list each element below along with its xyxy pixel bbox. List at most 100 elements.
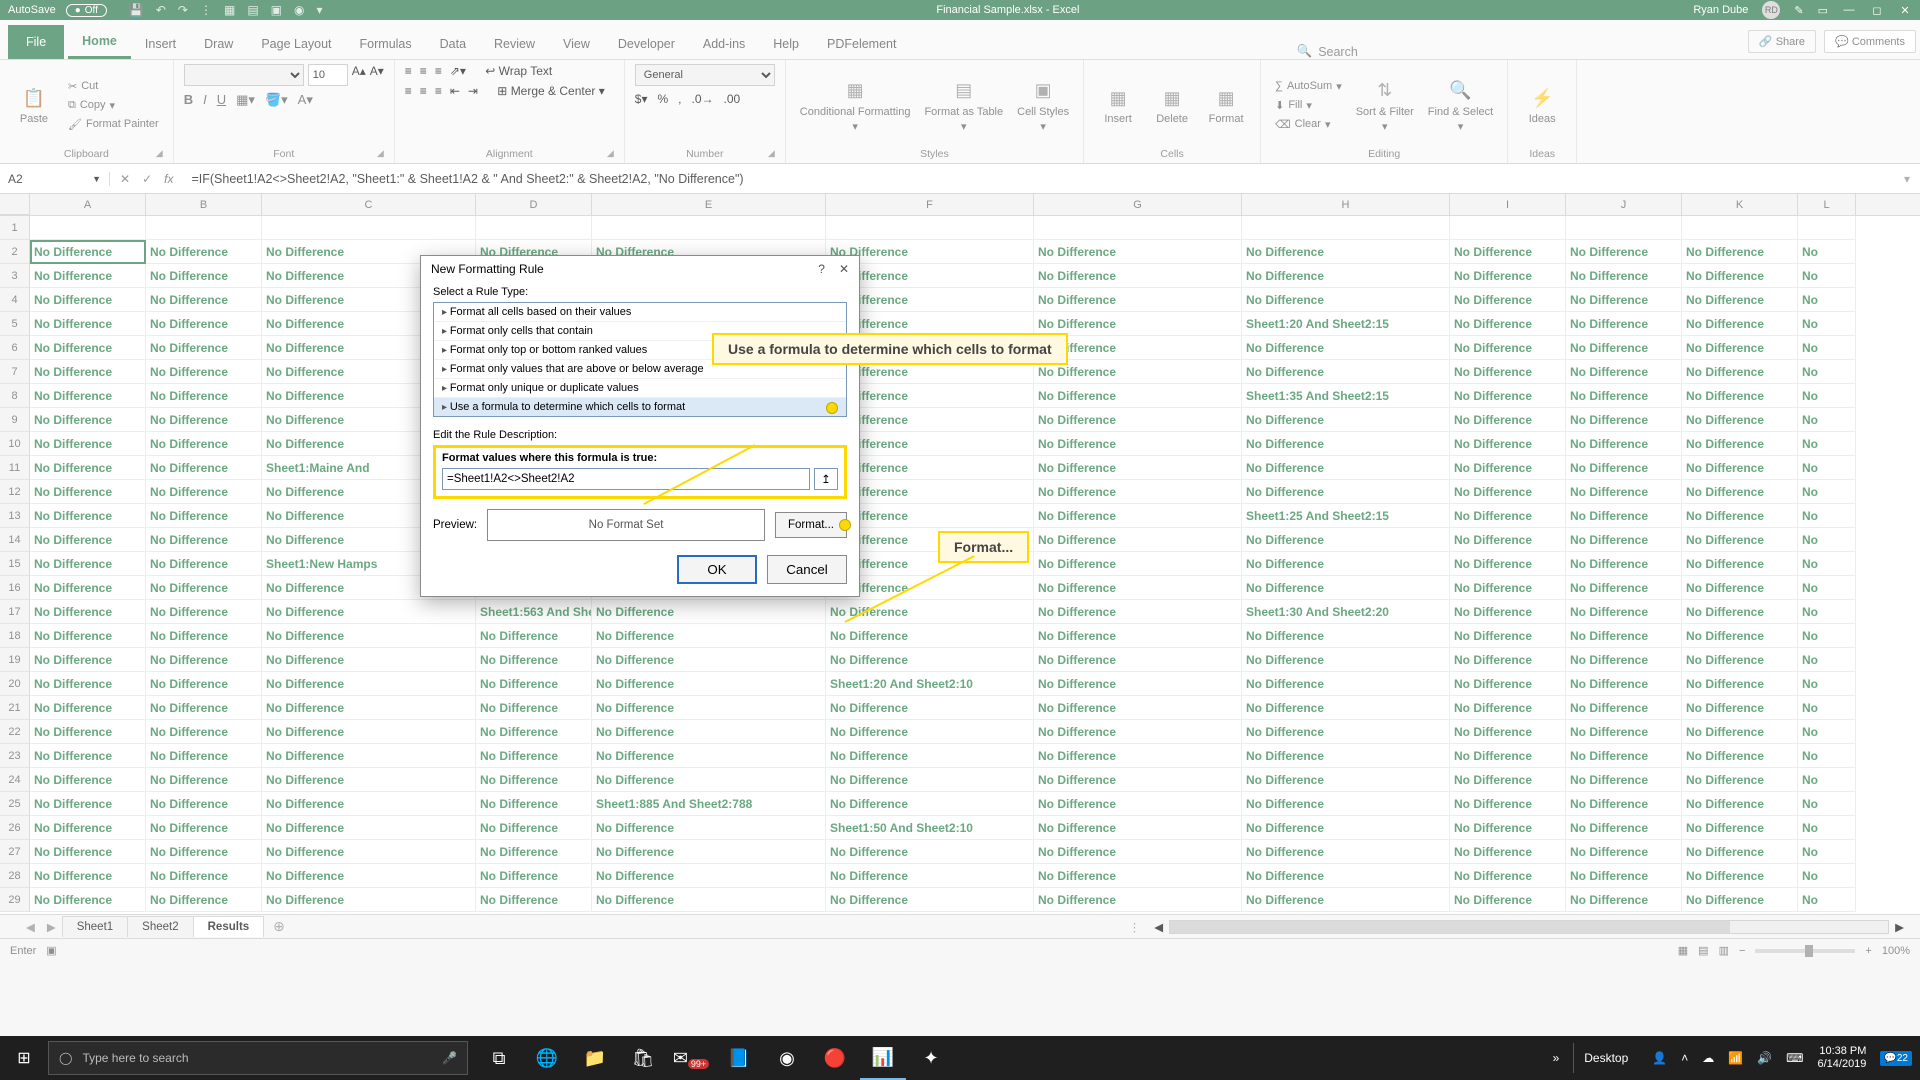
touch-icon[interactable]: ✎ — [1794, 4, 1803, 17]
increase-font-icon[interactable]: A▴ — [352, 64, 366, 86]
cell[interactable]: No Difference — [1242, 432, 1450, 456]
cell[interactable]: No Difference — [146, 360, 262, 384]
cell[interactable]: No Difference — [592, 816, 826, 840]
column-header[interactable]: E — [592, 194, 826, 215]
cell[interactable]: No Difference — [146, 576, 262, 600]
cell[interactable]: No Difference — [1682, 744, 1798, 768]
cell[interactable]: No Difference — [30, 264, 146, 288]
zoom-slider[interactable] — [1755, 949, 1855, 953]
row-header[interactable]: 27 — [0, 840, 30, 864]
tab-review[interactable]: Review — [480, 27, 549, 59]
cell[interactable]: No Difference — [826, 888, 1034, 912]
cell[interactable]: No Difference — [146, 432, 262, 456]
cell[interactable]: No Difference — [1682, 264, 1798, 288]
cell[interactable]: No Difference — [1450, 384, 1566, 408]
cell[interactable]: No Difference — [30, 888, 146, 912]
sort-filter-button[interactable]: ⇅Sort & Filter ▾ — [1352, 76, 1418, 135]
cell[interactable]: No Difference — [1034, 792, 1242, 816]
cell[interactable]: No Difference — [592, 768, 826, 792]
cell[interactable]: No Difference — [476, 696, 592, 720]
chrome-icon[interactable]: ◉ — [764, 1036, 810, 1080]
cell[interactable]: No — [1798, 864, 1856, 888]
zoom-in-icon[interactable]: + — [1865, 945, 1871, 957]
tab-data[interactable]: Data — [426, 27, 480, 59]
cell[interactable]: No Difference — [826, 600, 1034, 624]
rule-type-item[interactable]: Format only unique or duplicate values — [434, 379, 846, 398]
align-mid-icon[interactable]: ≡ — [420, 64, 427, 78]
cell[interactable]: No Difference — [476, 744, 592, 768]
cell[interactable]: No Difference — [1682, 816, 1798, 840]
cell[interactable]: No Difference — [1242, 576, 1450, 600]
vivaldi-icon[interactable]: 🔴 — [812, 1036, 858, 1080]
cell[interactable]: No Difference — [146, 312, 262, 336]
sheet-tab-results[interactable]: Results — [193, 916, 265, 937]
cell[interactable]: No Difference — [1034, 672, 1242, 696]
sheet-nav-next[interactable]: ▶ — [41, 920, 62, 934]
cell[interactable]: No Difference — [30, 240, 146, 264]
align-top-icon[interactable]: ≡ — [405, 64, 412, 78]
cell[interactable]: No Difference — [1034, 264, 1242, 288]
cell[interactable]: No Difference — [262, 744, 476, 768]
notifications-icon[interactable]: 💬22 — [1880, 1051, 1912, 1066]
mic-icon[interactable]: 🎤 — [442, 1051, 457, 1065]
row-header[interactable]: 13 — [0, 504, 30, 528]
italic-button[interactable]: I — [203, 92, 207, 108]
tab-pdfelement[interactable]: PDFelement — [813, 27, 910, 59]
undo-icon[interactable]: ↶ — [156, 3, 166, 17]
page-layout-icon[interactable]: ▤ — [1698, 944, 1708, 957]
cell[interactable]: No Difference — [146, 648, 262, 672]
cell[interactable]: No Difference — [30, 552, 146, 576]
cell[interactable]: No Difference — [1034, 288, 1242, 312]
orientation-icon[interactable]: ⇗▾ — [450, 64, 466, 78]
bold-button[interactable]: B — [184, 92, 193, 108]
cell[interactable]: No Difference — [1450, 792, 1566, 816]
column-header[interactable]: I — [1450, 194, 1566, 215]
rule-type-item[interactable]: Use a formula to determine which cells t… — [434, 398, 846, 416]
tray-lang-icon[interactable]: ⌨ — [1786, 1051, 1803, 1065]
new-sheet-button[interactable]: ⊕ — [263, 918, 295, 935]
cell[interactable]: No Difference — [146, 696, 262, 720]
decrease-font-icon[interactable]: A▾ — [370, 64, 384, 86]
excel-icon[interactable]: 📊 — [860, 1036, 906, 1080]
cell[interactable]: No Difference — [1450, 456, 1566, 480]
row-header[interactable]: 29 — [0, 888, 30, 912]
cell[interactable]: No Difference — [476, 792, 592, 816]
cell[interactable]: No Difference — [476, 864, 592, 888]
cell[interactable]: No Difference — [262, 864, 476, 888]
cell[interactable]: No Difference — [592, 648, 826, 672]
indent-dec-icon[interactable]: ⇤ — [450, 84, 460, 98]
range-selector-icon[interactable]: ↥ — [814, 468, 838, 490]
rule-type-item[interactable]: Format all cells based on their values — [434, 303, 846, 322]
cell[interactable]: No Difference — [1242, 672, 1450, 696]
cell[interactable]: No Difference — [592, 600, 826, 624]
cell[interactable]: No Difference — [146, 240, 262, 264]
fill-color-icon[interactable]: 🪣▾ — [265, 92, 288, 108]
cell[interactable]: No Difference — [1242, 456, 1450, 480]
cell[interactable] — [1450, 216, 1566, 240]
ideas-button[interactable]: ⚡Ideas — [1518, 83, 1566, 127]
comma-icon[interactable]: , — [678, 92, 681, 106]
cell[interactable]: No Difference — [1034, 624, 1242, 648]
cell[interactable]: No Difference — [1566, 264, 1682, 288]
cell[interactable]: No Difference — [146, 552, 262, 576]
cell[interactable]: No Difference — [1242, 720, 1450, 744]
cell[interactable]: No Difference — [592, 840, 826, 864]
tray-cloud-icon[interactable]: ☁ — [1702, 1051, 1714, 1065]
cell[interactable]: No Difference — [1034, 240, 1242, 264]
select-all-corner[interactable] — [0, 194, 30, 215]
row-header[interactable]: 10 — [0, 432, 30, 456]
cell[interactable]: No Difference — [1566, 432, 1682, 456]
cell[interactable]: No Difference — [1682, 504, 1798, 528]
cell[interactable]: No Difference — [146, 624, 262, 648]
column-header[interactable]: D — [476, 194, 592, 215]
number-format-select[interactable]: General — [635, 64, 775, 86]
cell[interactable]: No Difference — [1450, 528, 1566, 552]
cell[interactable]: No Difference — [1450, 240, 1566, 264]
cell[interactable]: No — [1798, 288, 1856, 312]
cell[interactable] — [1034, 216, 1242, 240]
qat-icon[interactable]: ▦ — [224, 3, 235, 17]
tab-view[interactable]: View — [549, 27, 604, 59]
cell[interactable]: No Difference — [1450, 600, 1566, 624]
cell[interactable]: No Difference — [262, 648, 476, 672]
cell[interactable] — [1242, 216, 1450, 240]
